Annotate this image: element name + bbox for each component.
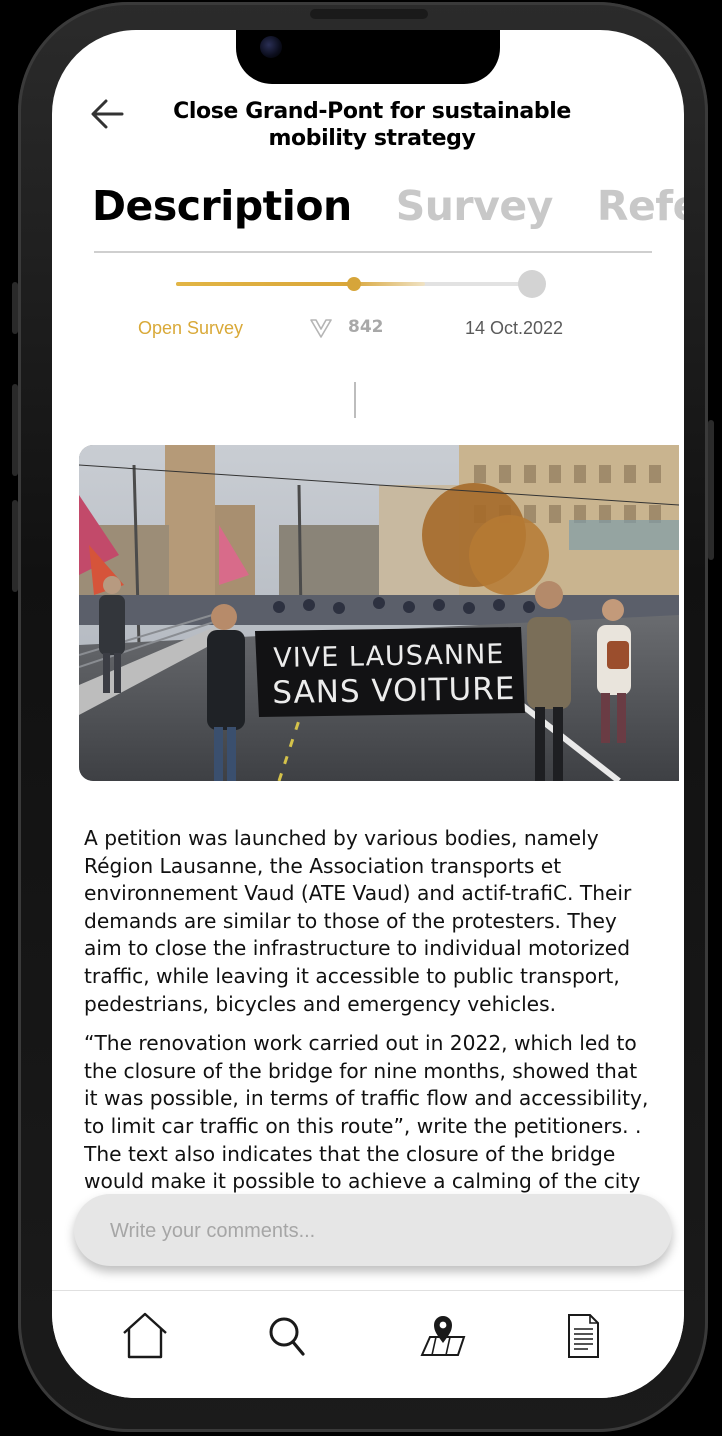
protest-photo-illustration: VIVE LAUSANNE SANS VOITURE bbox=[79, 445, 679, 781]
nav-home-button[interactable] bbox=[118, 1309, 172, 1363]
search-icon bbox=[269, 1317, 305, 1356]
article-photo: VIVE LAUSANNE SANS VOITURE bbox=[79, 445, 679, 781]
tab-divider bbox=[94, 251, 652, 253]
map-pin-icon bbox=[420, 1316, 466, 1356]
page-title-line2: mobility strategy bbox=[268, 126, 476, 151]
banner-text-line1: VIVE LAUSANNE bbox=[273, 639, 505, 674]
page-title-line1: Close Grand-Pont for sustainable bbox=[173, 99, 571, 124]
volume-down-button bbox=[12, 500, 18, 592]
nav-map-button[interactable] bbox=[416, 1309, 470, 1363]
nav-documents-button[interactable] bbox=[556, 1309, 610, 1363]
page-title: Close Grand-Pont for sustainable mobilit… bbox=[152, 98, 592, 152]
survey-progress-end-marker bbox=[518, 270, 546, 298]
v-vote-icon bbox=[310, 318, 332, 338]
volume-up-button bbox=[12, 384, 18, 476]
survey-progress-marker bbox=[347, 277, 361, 291]
home-icon bbox=[123, 1312, 167, 1359]
comment-box bbox=[74, 1194, 672, 1268]
article-paragraph: A petition was launched by various bodie… bbox=[84, 826, 632, 1016]
power-button bbox=[708, 420, 714, 560]
app-screen: Close Grand-Pont for sustainable mobilit… bbox=[52, 30, 684, 1398]
banner-text-line2: SANS VOITURE bbox=[272, 671, 516, 711]
speaker-grille bbox=[310, 9, 428, 19]
comment-input[interactable] bbox=[108, 1194, 652, 1268]
tab-survey[interactable]: Survey bbox=[396, 182, 554, 230]
vote-count: 842 bbox=[348, 317, 384, 337]
survey-status-label: Open Survey bbox=[138, 318, 244, 338]
bottom-nav bbox=[52, 1291, 684, 1398]
mute-switch bbox=[12, 282, 18, 334]
nav-search-button[interactable] bbox=[260, 1309, 314, 1363]
survey-progress-fill bbox=[176, 282, 426, 286]
tab-bar: Description Survey Refer bbox=[92, 182, 684, 242]
tab-references[interactable]: Refer bbox=[597, 182, 684, 230]
survey-date: 14 Oct.2022 bbox=[465, 318, 564, 338]
document-icon bbox=[568, 1314, 599, 1358]
back-button[interactable] bbox=[88, 94, 128, 134]
tab-description[interactable]: Description bbox=[92, 182, 352, 230]
arrow-left-icon bbox=[91, 99, 124, 129]
section-divider-line bbox=[354, 382, 356, 418]
front-camera bbox=[260, 36, 282, 58]
survey-progress-bar bbox=[176, 277, 532, 291]
